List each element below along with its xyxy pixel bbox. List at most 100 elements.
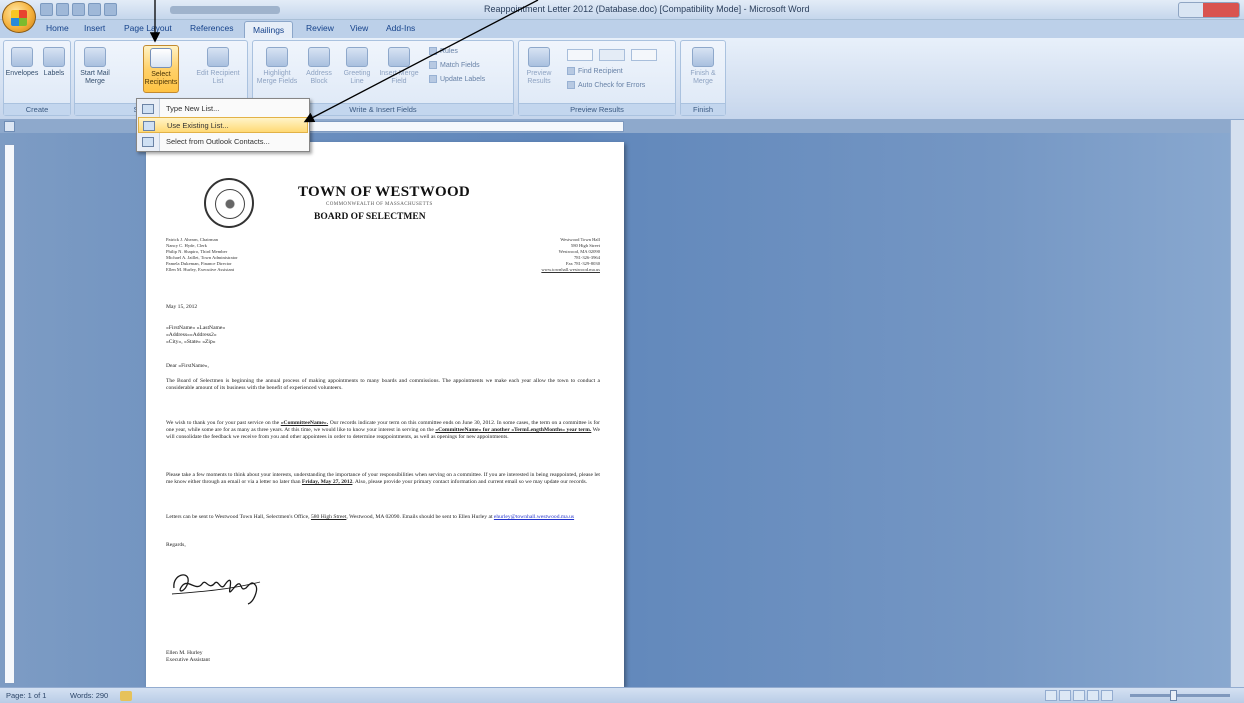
status-bar: Page: 1 of 1 Words: 290	[0, 687, 1244, 703]
official-line: Ellen M. Hurley, Executive Assistant	[166, 267, 235, 272]
document-workspace: TOWN OF WESTWOOD COMMONWEALTH OF MASSACH…	[0, 120, 1244, 687]
view-buttons	[1045, 690, 1113, 701]
menu-item-label: Type New List...	[166, 104, 220, 113]
match-fields-icon	[429, 61, 437, 69]
tab-references[interactable]: References	[190, 23, 233, 33]
insert-merge-field-button[interactable]: Insert Merge Field	[377, 47, 421, 86]
print-layout-view-icon[interactable]	[1045, 690, 1057, 701]
redo-icon[interactable]	[72, 3, 85, 16]
envelopes-button[interactable]: Envelopes	[4, 47, 40, 78]
draft-view-icon[interactable]	[1101, 690, 1113, 701]
tab-review[interactable]: Review	[306, 23, 334, 33]
highlight-merge-fields-button[interactable]: Highlight Merge Fields	[255, 47, 299, 86]
tab-insert[interactable]: Insert	[84, 23, 105, 33]
p2-text-a: We wish to thank you for your past servi…	[166, 420, 281, 426]
undo-icon[interactable]	[56, 3, 69, 16]
find-icon	[567, 67, 575, 75]
record-first-button[interactable]	[567, 49, 593, 61]
tab-add-ins[interactable]: Add-Ins	[386, 23, 415, 33]
tab-mailings[interactable]: Mailings	[244, 21, 294, 38]
page-count[interactable]: Page: 1 of 1	[6, 691, 46, 700]
preview-results-button[interactable]: Preview Results	[521, 47, 557, 86]
office-button[interactable]	[2, 1, 36, 33]
vertical-ruler[interactable]	[4, 144, 15, 684]
record-number-field[interactable]	[599, 49, 625, 61]
find-recipient-button[interactable]: Find Recipient	[567, 67, 623, 75]
select-recipients-menu: Type New List... Use Existing List... Se…	[136, 98, 310, 152]
menu-item-type-new-list[interactable]: Type New List...	[138, 101, 308, 117]
menu-item-use-existing-list[interactable]: Use Existing List...	[138, 117, 308, 133]
print-icon[interactable]	[88, 3, 101, 16]
finish-merge-icon	[692, 47, 714, 67]
menu-item-outlook-contacts[interactable]: Select from Outlook Contacts...	[138, 134, 308, 150]
merge-address-block: «FirstName» «LastName» «Address»«Address…	[166, 325, 600, 347]
greeting-line-label: Greeting Line	[343, 70, 371, 85]
finish-merge-button[interactable]: Finish & Merge	[685, 47, 721, 86]
rules-label: Rules	[440, 47, 458, 55]
highlight-icon	[266, 47, 288, 67]
town-hall-address: Westwood Town Hall 580 High Street Westw…	[541, 237, 600, 273]
edit-recipient-list-button[interactable]: Edit Recipient List	[193, 47, 243, 86]
email-link[interactable]: ehurley@townhall.westwood.ma.us	[494, 514, 574, 520]
recipients-icon	[150, 48, 172, 68]
web-layout-view-icon[interactable]	[1073, 690, 1085, 701]
group-create: Envelopes Labels Create	[3, 40, 71, 116]
greeting-icon	[346, 47, 368, 67]
mail-merge-icon	[84, 47, 106, 67]
update-labels-button[interactable]: Update Labels	[429, 75, 485, 83]
outlook-contacts-icon	[142, 137, 154, 147]
merge-field-term: «CommitteeName» for another «TermLengthM…	[435, 427, 592, 434]
tab-page-layout[interactable]: Page Layout	[124, 23, 172, 33]
letterhead-town: TOWN OF WESTWOOD	[298, 184, 471, 200]
tab-view[interactable]: View	[350, 23, 368, 33]
address-block-button[interactable]: Address Block	[301, 47, 337, 86]
highlight-merge-fields-label: Highlight Merge Fields	[256, 70, 298, 85]
edit-list-icon	[207, 47, 229, 67]
p4-text-a: Letters can be sent to Westwood Town Hal…	[166, 514, 311, 520]
menu-item-label: Use Existing List...	[167, 121, 229, 130]
update-labels-label: Update Labels	[440, 75, 486, 83]
officials-list: Patrick J. Ahearn, Chairman Nancy C. Hyd…	[166, 237, 238, 273]
paragraph-2: We wish to thank you for your past servi…	[166, 420, 600, 442]
match-fields-button[interactable]: Match Fields	[429, 61, 480, 69]
title-bar: Reappointment Letter 2012 (Database.doc)…	[0, 0, 1244, 33]
outline-view-icon[interactable]	[1087, 690, 1099, 701]
customize-qat-icon[interactable]	[104, 3, 117, 16]
start-mail-merge-button[interactable]: Start Mail Merge	[77, 47, 113, 86]
office-logo-icon	[11, 10, 27, 26]
closing: Regards,	[166, 542, 186, 548]
new-list-icon	[142, 104, 154, 114]
zoom-slider-thumb[interactable]	[1170, 690, 1177, 701]
address-block-icon	[308, 47, 330, 67]
labels-button[interactable]: Labels	[36, 47, 72, 78]
record-last-button[interactable]	[631, 49, 657, 61]
merge-line: «City», «State» «Zip»	[166, 339, 216, 346]
select-recipients-label: Select Recipients	[144, 71, 178, 86]
group-label-finish: Finish	[681, 103, 725, 115]
word-count[interactable]: Words: 290	[70, 691, 108, 700]
letter-date: May 15, 2012	[166, 304, 198, 310]
edit-recipient-list-label: Edit Recipient List	[196, 70, 240, 85]
paragraph-4: Letters can be sent to Westwood Town Hal…	[166, 514, 600, 521]
save-icon[interactable]	[40, 3, 53, 16]
auto-check-errors-button[interactable]: Auto Check for Errors	[567, 81, 645, 89]
document-page[interactable]: TOWN OF WESTWOOD COMMONWEALTH OF MASSACH…	[146, 142, 624, 687]
p4-text-b: , Westwood, MA 02090. Emails should be s…	[346, 514, 494, 520]
rules-button[interactable]: Rules	[429, 47, 458, 55]
quick-access-toolbar	[40, 3, 117, 16]
full-screen-view-icon[interactable]	[1059, 690, 1071, 701]
select-recipients-button[interactable]: Select Recipients	[143, 45, 179, 93]
tab-home[interactable]: Home	[46, 23, 69, 33]
paragraph-1: The Board of Selectmen is beginning the …	[166, 378, 600, 392]
letterhead-board: BOARD OF SELECTMEN	[314, 212, 426, 222]
labels-label: Labels	[43, 70, 65, 77]
match-fields-label: Match Fields	[440, 61, 480, 69]
merge-line: «FirstName» «LastName»	[166, 325, 226, 331]
check-errors-icon	[567, 81, 575, 89]
vertical-scrollbar[interactable]	[1230, 120, 1244, 687]
window-controls[interactable]	[1178, 2, 1240, 18]
ruler-tab-selector[interactable]	[4, 121, 15, 132]
proofing-icon[interactable]	[120, 691, 132, 701]
zoom-slider[interactable]	[1130, 694, 1230, 697]
greeting-line-button[interactable]: Greeting Line	[339, 47, 375, 86]
